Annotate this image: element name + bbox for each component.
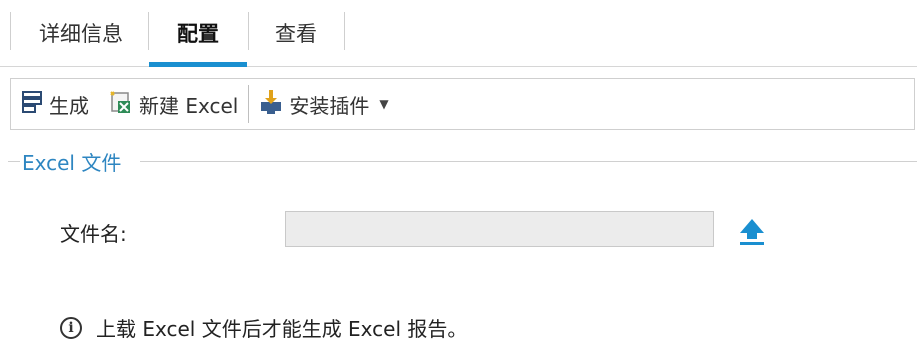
info-icon: i bbox=[60, 316, 82, 339]
install-plugin-label: 安装插件 bbox=[289, 93, 370, 118]
chevron-down-icon[interactable]: ▼ bbox=[379, 97, 388, 111]
filename-label: 文件名: bbox=[60, 222, 127, 246]
upload-arrow-icon bbox=[736, 219, 768, 251]
toolbar-divider bbox=[248, 85, 250, 123]
tab-divider bbox=[10, 12, 11, 50]
tab-configuration[interactable]: 配置 bbox=[149, 0, 247, 67]
group-title: Excel 文件 bbox=[22, 151, 122, 175]
tab-divider bbox=[344, 12, 345, 50]
info-message-text: 上载 Excel 文件后才能生成 Excel 报告。 bbox=[96, 317, 468, 341]
install-download-icon bbox=[259, 89, 283, 120]
tab-details[interactable]: 详细信息 bbox=[18, 0, 144, 66]
group-border-right bbox=[140, 161, 917, 162]
new-excel-label: 新建 Excel bbox=[139, 93, 239, 118]
toolbar: 生成 新建 Excel 安装插件 ▼ bbox=[10, 78, 915, 130]
tab-view[interactable]: 查看 bbox=[249, 0, 343, 66]
report-generate-icon bbox=[21, 90, 43, 119]
install-plugin-button[interactable]: 安装插件 ▼ bbox=[259, 79, 389, 129]
new-excel-button[interactable]: 新建 Excel bbox=[107, 79, 238, 129]
generate-label: 生成 bbox=[49, 93, 89, 118]
filename-field[interactable] bbox=[285, 211, 714, 247]
tab-bar: 详细信息 配置 查看 bbox=[0, 0, 917, 67]
upload-button[interactable] bbox=[736, 215, 768, 247]
info-message: i 上载 Excel 文件后才能生成 Excel 报告。 bbox=[60, 313, 467, 342]
generate-button[interactable]: 生成 bbox=[21, 79, 89, 129]
excel-new-icon bbox=[107, 89, 133, 120]
group-border-left bbox=[8, 161, 20, 162]
